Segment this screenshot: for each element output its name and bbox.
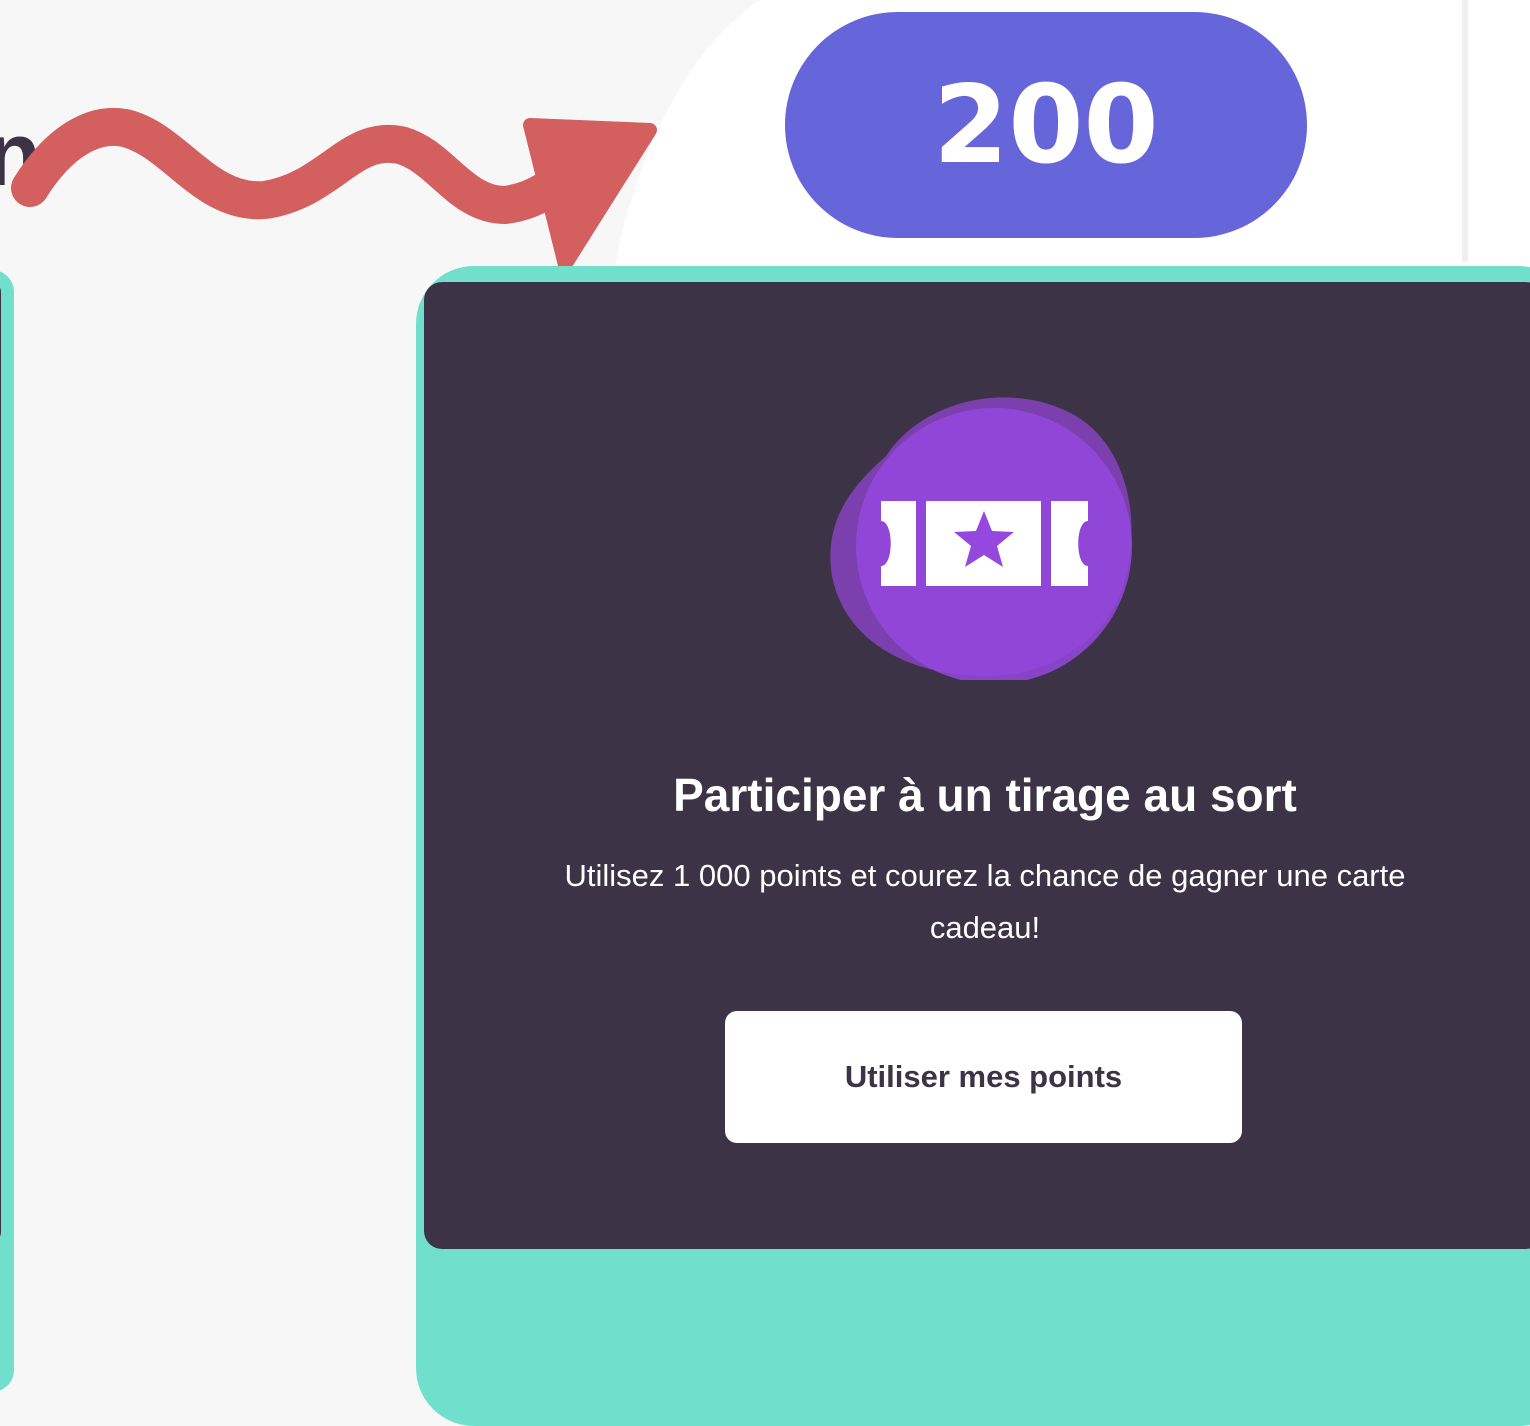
ticket-star-icon bbox=[830, 397, 1132, 680]
reward-description: Utilisez 1 000 points et courez la chanc… bbox=[564, 858, 1406, 945]
left-card-partial bbox=[0, 270, 14, 1392]
left-card-inner-partial bbox=[0, 282, 1, 1242]
reward-title: Participer à un tirage au sort bbox=[673, 769, 1297, 821]
points-balance-pill: 200 bbox=[785, 12, 1307, 238]
wavy-arrow-icon bbox=[11, 108, 657, 272]
use-points-button[interactable]: Utiliser mes points bbox=[725, 1011, 1242, 1143]
right-panel-divider bbox=[1462, 0, 1468, 262]
